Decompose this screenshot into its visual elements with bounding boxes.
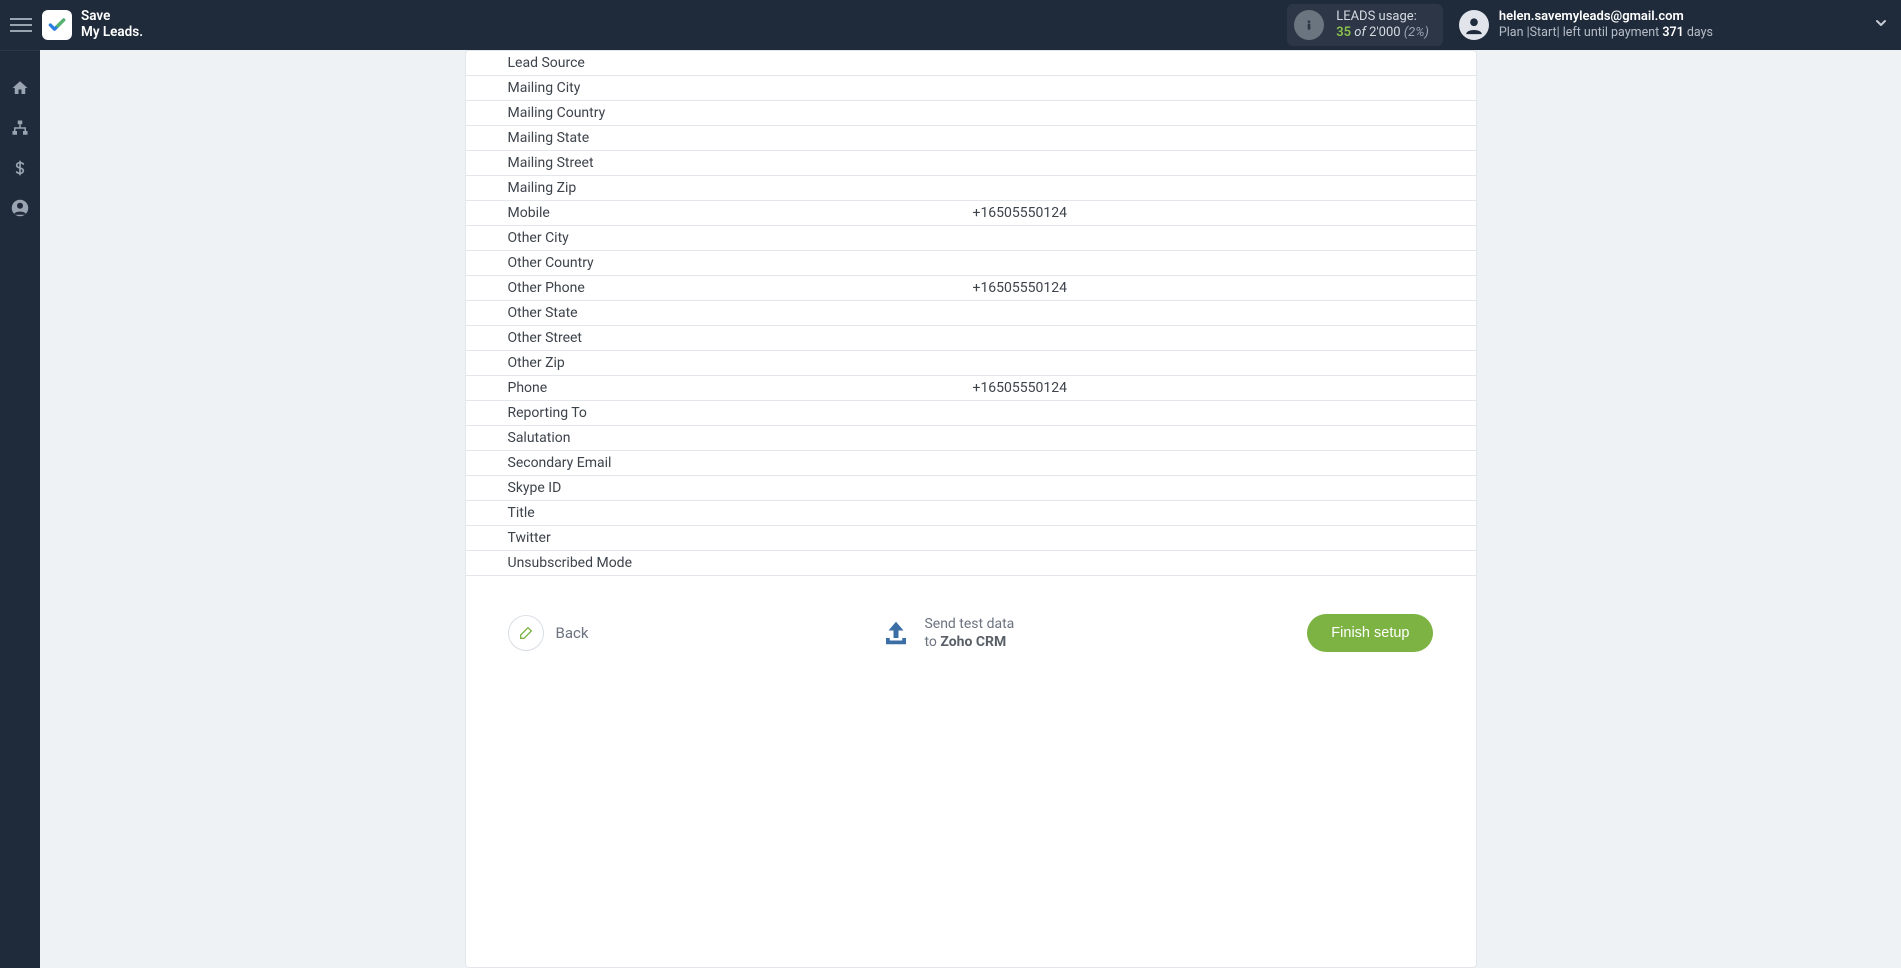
usage-used: 35 — [1336, 25, 1351, 40]
field-row: Salutation — [466, 426, 1476, 451]
field-label: Other State — [508, 305, 973, 321]
send-test-line1: Send test data — [924, 615, 1014, 633]
field-value: +16505550124 — [973, 280, 1476, 296]
usage-total: 2'000 — [1369, 25, 1401, 40]
field-row: Mailing State — [466, 126, 1476, 151]
field-label: Other Street — [508, 330, 973, 346]
field-label: Lead Source — [508, 55, 973, 71]
upload-icon — [881, 618, 911, 648]
finish-setup-button[interactable]: Finish setup — [1307, 614, 1433, 652]
field-label: Secondary Email — [508, 455, 973, 471]
field-row: Other Zip — [466, 351, 1476, 376]
field-label: Mobile — [508, 205, 973, 221]
field-label: Mailing Street — [508, 155, 973, 171]
field-label: Phone — [508, 380, 973, 396]
send-test-line2: to Zoho CRM — [924, 633, 1014, 651]
user-icon — [11, 199, 29, 217]
field-row: Phone+16505550124 — [466, 376, 1476, 401]
field-label: Mailing Country — [508, 105, 973, 121]
field-label: Title — [508, 505, 973, 521]
field-label: Salutation — [508, 430, 973, 446]
field-label: Other Zip — [508, 355, 973, 371]
brand-line2: My Leads. — [81, 25, 143, 41]
field-row: Mailing City — [466, 76, 1476, 101]
field-row: Unsubscribed Mode — [466, 551, 1476, 576]
field-label: Other City — [508, 230, 973, 246]
dollar-icon — [12, 159, 28, 177]
field-label: Other Country — [508, 255, 973, 271]
usage-of: of — [1354, 25, 1366, 40]
field-row: Mailing Country — [466, 101, 1476, 126]
back-button[interactable]: Back — [508, 615, 589, 651]
field-row: Title — [466, 501, 1476, 526]
field-row: Reporting To — [466, 401, 1476, 426]
account-menu[interactable]: helen.savemyleads@gmail.com Plan |Start|… — [1459, 9, 1713, 41]
sitemap-icon — [11, 119, 29, 137]
plan-days: 371 — [1662, 25, 1683, 40]
field-row: Other Country — [466, 251, 1476, 276]
send-test-target: Zoho CRM — [940, 634, 1006, 650]
fields-table: Lead Source Mailing City Mailing Country Ma… — [466, 51, 1476, 576]
field-row: Other State — [466, 301, 1476, 326]
brand-title: Save My Leads. — [81, 9, 143, 40]
usage-percent: (2%) — [1404, 25, 1429, 40]
pencil-icon — [508, 615, 544, 651]
field-row: Twitter — [466, 526, 1476, 551]
field-row: Lead Source — [466, 51, 1476, 76]
sidebar-item-connections[interactable] — [11, 119, 29, 141]
field-row: Mailing Street — [466, 151, 1476, 176]
field-value: +16505550124 — [973, 380, 1476, 396]
account-plan: Plan |Start| left until payment 371 days — [1499, 25, 1713, 41]
field-label: Other Phone — [508, 280, 973, 296]
main-content: Lead Source Mailing City Mailing Country Ma… — [40, 50, 1901, 968]
field-row: Other City — [466, 226, 1476, 251]
left-sidebar — [0, 50, 40, 968]
usage-label: LEADS usage: — [1336, 9, 1429, 25]
field-label: Unsubscribed Mode — [508, 555, 973, 571]
field-row: Mailing Zip — [466, 176, 1476, 201]
avatar-icon — [1459, 10, 1489, 40]
field-row: Mobile+16505550124 — [466, 201, 1476, 226]
sidebar-item-home[interactable] — [11, 79, 29, 101]
field-label: Mailing City — [508, 80, 973, 96]
sidebar-item-billing[interactable] — [12, 159, 28, 181]
usage-numbers: 35 of 2'000 (2%) — [1336, 25, 1429, 41]
send-test-data-button[interactable]: Send test data to Zoho CRM — [881, 615, 1014, 651]
send-test-prefix: to — [924, 634, 940, 650]
field-label: Mailing Zip — [508, 180, 973, 196]
field-label: Mailing State — [508, 130, 973, 146]
field-value: +16505550124 — [973, 205, 1476, 221]
field-label: Twitter — [508, 530, 973, 546]
menu-toggle-button[interactable] — [10, 14, 32, 36]
info-icon — [1294, 10, 1324, 40]
card-footer: Back Send test data to Zoho CRM Finish s… — [466, 576, 1476, 652]
field-row: Secondary Email — [466, 451, 1476, 476]
back-label: Back — [556, 624, 589, 642]
home-icon — [11, 79, 29, 97]
app-header: Save My Leads. LEADS usage: 35 of 2'000 … — [0, 0, 1901, 50]
field-row: Skype ID — [466, 476, 1476, 501]
sidebar-item-profile[interactable] — [11, 199, 29, 221]
plan-prefix: Plan |Start| left until payment — [1499, 25, 1662, 40]
field-label: Reporting To — [508, 405, 973, 421]
brand-line1: Save — [81, 9, 143, 25]
field-mapping-card: Lead Source Mailing City Mailing Country Ma… — [465, 50, 1477, 968]
leads-usage-badge[interactable]: LEADS usage: 35 of 2'000 (2%) — [1287, 4, 1443, 47]
account-email: helen.savemyleads@gmail.com — [1499, 9, 1713, 25]
checkmark-icon — [47, 15, 67, 35]
app-logo[interactable] — [42, 10, 72, 40]
plan-suffix: days — [1684, 25, 1713, 40]
field-row: Other Phone+16505550124 — [466, 276, 1476, 301]
field-label: Skype ID — [508, 480, 973, 496]
field-row: Other Street — [466, 326, 1476, 351]
chevron-down-icon[interactable] — [1873, 15, 1889, 35]
